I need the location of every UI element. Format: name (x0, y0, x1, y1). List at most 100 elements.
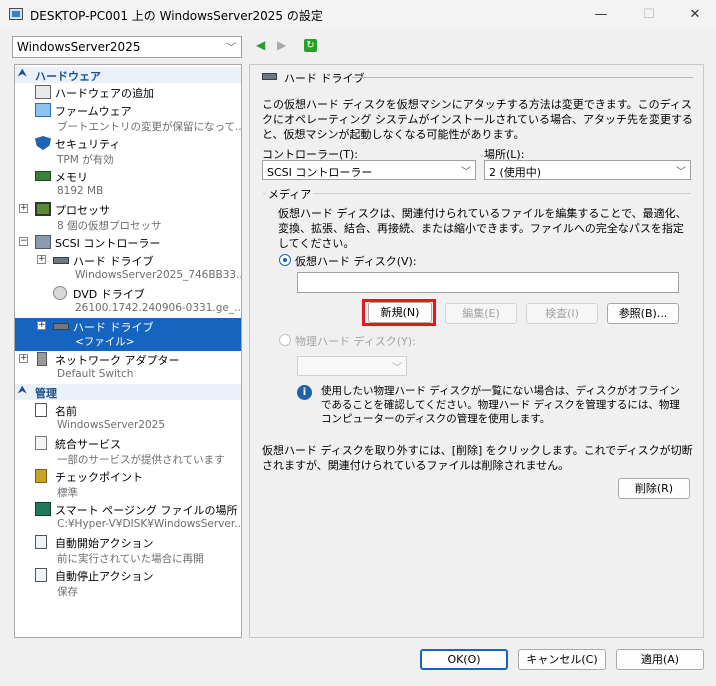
tree-item-auto-stop[interactable]: 自動停止アクション 保存 (15, 567, 241, 600)
apply-button[interactable]: 適用(A) (616, 649, 704, 670)
collapse-arrow-icon: ⮝ (18, 68, 27, 79)
chevron-down-icon: ﹀ (226, 43, 236, 54)
auto-start-icon (35, 535, 47, 549)
hyperv-settings-icon (9, 8, 23, 20)
tree-item-label: 自動停止アクション (55, 570, 154, 583)
remove-description: 仮想ハード ディスクを取り外すには、[削除] をクリックします。これでディスクが… (262, 444, 693, 472)
tree-item-security[interactable]: セキュリティ TPM が有効 (15, 135, 241, 168)
hard-drive-icon (53, 257, 69, 264)
vm-selector-value: WindowsServer2025 (17, 40, 141, 54)
settings-tree: ⮝ ハードウェア ハードウェアの追加 ファームウェア ブートエントリの変更が保留… (14, 64, 242, 638)
vm-selector[interactable]: WindowsServer2025 ﹀ (12, 36, 242, 58)
inspect-button[interactable]: 検査(I) (526, 303, 598, 324)
tree-item-label: ハード ドライブ (73, 255, 154, 268)
tree-item-sublabel: 一部のサービスが提供されています (57, 454, 225, 466)
auto-stop-icon (35, 568, 47, 582)
ok-button[interactable]: OK(O) (420, 649, 508, 670)
hard-drive-icon (53, 323, 69, 330)
tree-item-processor[interactable]: + プロセッサ 8 個の仮想プロセッサ (15, 201, 241, 234)
collapse-arrow-icon: ⮝ (18, 385, 27, 396)
physical-disk-info: 使用したい物理ハード ディスクが一覧にない場合は、ディスクがオフラインであること… (321, 385, 680, 425)
header-divider (352, 77, 693, 78)
tree-item-firmware[interactable]: ファームウェア ブートエントリの変更が保留になって... (15, 102, 241, 135)
expand-icon[interactable]: + (19, 204, 28, 213)
processor-icon (35, 202, 51, 216)
physical-disk-radio-label[interactable]: 物理ハード ディスク(Y): (295, 333, 416, 349)
chevron-down-icon: ﹀ (461, 167, 471, 178)
minimize-button[interactable]: — (578, 0, 624, 30)
virtual-disk-radio[interactable] (279, 254, 291, 266)
tree-item-sublabel: 前に実行されていた場合に再開 (57, 553, 204, 565)
tree-item-label: 統合サービス (55, 438, 121, 451)
tree-item-label: DVD ドライブ (73, 288, 145, 301)
new-button[interactable]: 新規(N) (368, 302, 432, 323)
firmware-icon (35, 103, 51, 117)
tree-item-checkpoint[interactable]: チェックポイント 標準 (15, 468, 241, 501)
browse-button[interactable]: 参照(B)... (607, 303, 679, 324)
physical-disk-radio[interactable] (279, 334, 291, 346)
tree-item-sublabel: 8192 MB (57, 185, 104, 197)
tree-item-memory[interactable]: メモリ 8192 MB (15, 168, 241, 201)
tree-item-sublabel: 標準 (57, 487, 78, 499)
tree-item-label: ネットワーク アダプター (55, 354, 180, 367)
chevron-down-icon: ﹀ (392, 363, 402, 374)
back-arrow-icon[interactable]: ◀ (256, 38, 265, 52)
checkpoint-icon (35, 469, 47, 483)
controller-value: SCSI コントローラー (267, 166, 373, 179)
tree-item-sublabel: TPM が有効 (57, 154, 114, 166)
close-button[interactable]: ✕ (672, 0, 716, 30)
tree-item-auto-start[interactable]: 自動開始アクション 前に実行されていた場合に再開 (15, 534, 241, 567)
integration-services-icon (35, 436, 47, 450)
scsi-controller-icon (35, 235, 51, 249)
forward-arrow-icon[interactable]: ▶ (277, 38, 286, 52)
tree-item-name[interactable]: 名前 WindowsServer2025 (15, 402, 241, 435)
tree-item-hard-drive-1[interactable]: + ハード ドライブ WindowsServer2025_746BB33... (15, 252, 241, 285)
tree-item-label: 名前 (55, 405, 77, 418)
tree-item-sublabel: <ファイル> (75, 336, 135, 348)
virtual-disk-radio-label[interactable]: 仮想ハード ディスク(V): (295, 253, 417, 269)
tree-item-network-adapter[interactable]: + ネットワーク アダプター Default Switch (15, 351, 241, 384)
tree-item-sublabel: WindowsServer2025 (57, 419, 166, 431)
chevron-down-icon: ﹀ (676, 167, 686, 178)
media-description: 仮想ハード ディスクは、関連付けられているファイルを編集することで、最適化、変換… (278, 207, 687, 250)
controller-dropdown[interactable]: SCSI コントローラー ﹀ (262, 160, 476, 180)
tree-item-label: セキュリティ (55, 138, 121, 151)
expand-icon[interactable]: + (37, 255, 46, 264)
edit-button[interactable]: 編集(E) (445, 303, 517, 324)
tree-item-label: ハードウェアの追加 (55, 87, 154, 100)
tree-item-label: チェックポイント (55, 471, 143, 484)
tree-item-sublabel: C:¥Hyper-V¥DISK¥WindowsServer... (57, 518, 242, 530)
dvd-drive-icon (53, 286, 67, 300)
cancel-button[interactable]: キャンセル(C) (518, 649, 606, 670)
network-adapter-icon (37, 352, 47, 366)
tree-item-label: スマート ページング ファイルの場所 (55, 504, 238, 517)
collapse-icon[interactable]: − (19, 237, 28, 246)
expand-icon[interactable]: + (19, 354, 28, 363)
info-icon: i (297, 385, 312, 400)
attach-description: この仮想ハード ディスクを仮想マシンにアタッチする方法は変更できます。このディス… (262, 98, 693, 141)
tree-item-label: プロセッサ (55, 204, 110, 217)
location-dropdown[interactable]: 2 (使用中) ﹀ (484, 160, 691, 180)
tree-item-hard-drive-2[interactable]: + ハード ドライブ <ファイル> (15, 318, 241, 351)
tree-item-sublabel: Default Switch (57, 368, 134, 380)
memory-icon (35, 171, 51, 181)
tree-item-dvd-drive[interactable]: DVD ドライブ 26100.1742.240906-0331.ge_... (15, 285, 241, 318)
add-hardware-icon (35, 85, 51, 99)
expand-icon[interactable]: + (37, 321, 46, 330)
tree-item-integration-services[interactable]: 統合サービス 一部のサービスが提供されています (15, 435, 241, 468)
hardware-section-header[interactable]: ⮝ ハードウェア (15, 67, 241, 83)
refresh-icon[interactable]: ↻ (304, 39, 317, 52)
remove-button[interactable]: 削除(R) (618, 478, 690, 499)
tree-item-sublabel: WindowsServer2025_746BB33... (75, 269, 242, 281)
name-icon (35, 403, 47, 417)
tree-item-sublabel: 26100.1742.240906-0331.ge_... (75, 302, 242, 314)
tree-item-label: ハード ドライブ (73, 321, 154, 334)
management-section-header[interactable]: ⮝ 管理 (15, 384, 241, 400)
vhd-path-input[interactable] (297, 272, 679, 293)
media-group-label: メディア (266, 186, 314, 202)
tree-item-smart-paging[interactable]: スマート ページング ファイルの場所 C:¥Hyper-V¥DISK¥Windo… (15, 501, 241, 534)
window-title: DESKTOP-PC001 上の WindowsServer2025 の設定 (30, 9, 323, 23)
maximize-button[interactable]: ☐ (626, 0, 672, 30)
tree-item-label: ファームウェア (55, 105, 132, 118)
physical-disk-dropdown[interactable]: ﹀ (297, 356, 407, 376)
